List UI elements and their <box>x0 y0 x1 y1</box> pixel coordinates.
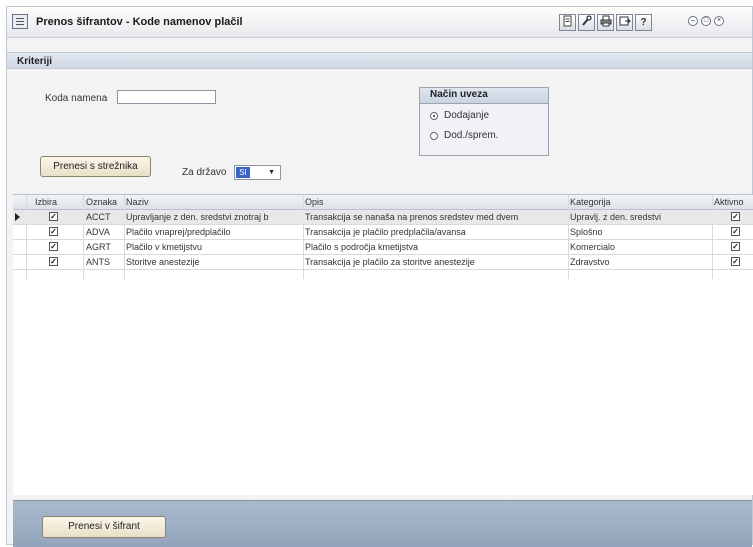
connection-mode-title: Način uveza <box>420 88 548 104</box>
radio-dod-sprem[interactable] <box>430 132 438 140</box>
row-pointer-icon <box>15 213 20 221</box>
close-icon[interactable]: × <box>714 16 724 26</box>
doc-icon[interactable] <box>559 14 576 31</box>
code-label: Koda namena <box>45 93 108 104</box>
radio-dod-sprem-label: Dod./sprem. <box>444 130 499 141</box>
minimize-icon[interactable]: – <box>688 16 698 26</box>
cell-naziv: Storitve anestezije <box>126 257 200 267</box>
country-value: SI <box>236 167 250 178</box>
cell-oznaka: ADVA <box>86 227 110 237</box>
code-input[interactable] <box>117 90 216 104</box>
cell-kategorija: Zdravstvo <box>570 257 610 267</box>
table-row[interactable]: ✓ AGRT Plačilo v kmetijstvu Plačilo s po… <box>13 240 753 255</box>
cell-opis: Transakcija se nanaša na prenos sredstev… <box>305 212 519 222</box>
cell-oznaka: ANTS <box>86 257 111 267</box>
row-active-checkbox[interactable]: ✓ <box>731 257 740 266</box>
col-naziv[interactable]: Naziv <box>126 197 149 207</box>
cell-kategorija: Komercialo <box>570 242 616 252</box>
table-row[interactable]: ✓ ADVA Plačilo vnaprej/predplačilo Trans… <box>13 225 753 240</box>
cell-opis: Plačilo s področja kmetijstva <box>305 242 419 252</box>
col-aktivno[interactable]: Aktivno <box>714 197 744 207</box>
title-bar: Prenos šifrantov - Kode namenov plačil ?… <box>7 7 752 38</box>
col-kategorija[interactable]: Kategorija <box>570 197 611 207</box>
wrench-icon[interactable] <box>578 14 595 31</box>
restore-icon[interactable]: □ <box>701 16 711 26</box>
transfer-to-codebook-button[interactable]: Prenesi v šifrant <box>42 516 166 538</box>
app-menu-icon[interactable] <box>12 14 28 29</box>
col-izbira[interactable]: Izbira <box>35 197 57 207</box>
help-icon[interactable]: ? <box>635 14 652 31</box>
table-row[interactable]: ✓ ACCT Upravljanje z den. sredstvi znotr… <box>13 210 753 225</box>
country-select[interactable]: SI ▼ <box>234 165 281 180</box>
radio-dodajanje-label: Dodajanje <box>444 110 490 121</box>
footer-bar: Prenesi v šifrant <box>13 500 752 547</box>
col-opis[interactable]: Opis <box>305 197 324 207</box>
row-active-checkbox[interactable]: ✓ <box>731 212 740 221</box>
transfer-from-server-button[interactable]: Prenesi s strežnika <box>40 156 151 177</box>
row-select-checkbox[interactable]: ✓ <box>49 227 58 236</box>
cell-oznaka: ACCT <box>86 212 111 222</box>
radio-dodajanje[interactable] <box>430 112 438 120</box>
row-active-checkbox[interactable]: ✓ <box>731 242 740 251</box>
window-title: Prenos šifrantov - Kode namenov plačil <box>36 16 243 28</box>
connection-mode-group: Način uveza Dodajanje Dod./sprem. <box>419 87 549 156</box>
print-icon[interactable] <box>597 14 614 31</box>
row-select-checkbox[interactable]: ✓ <box>49 242 58 251</box>
chevron-down-icon[interactable]: ▼ <box>268 169 275 176</box>
table-row[interactable]: ✓ ANTS Storitve anestezije Transakcija j… <box>13 255 753 270</box>
cell-oznaka: AGRT <box>86 242 111 252</box>
country-label: Za državo <box>182 167 227 178</box>
cell-naziv: Plačilo vnaprej/predplačilo <box>126 227 231 237</box>
col-oznaka[interactable]: Oznaka <box>86 197 117 207</box>
row-select-checkbox[interactable]: ✓ <box>49 212 58 221</box>
cell-opis: Transakcija je plačilo predplačila/avans… <box>305 227 466 237</box>
cell-naziv: Upravljanje z den. sredstvi znotraj b <box>126 212 269 222</box>
row-active-checkbox[interactable]: ✓ <box>731 227 740 236</box>
app-window: Prenos šifrantov - Kode namenov plačil ?… <box>6 6 753 547</box>
cell-kategorija: Splošno <box>570 227 603 237</box>
export-icon[interactable] <box>616 14 633 31</box>
cell-naziv: Plačilo v kmetijstvu <box>126 242 203 252</box>
row-select-checkbox[interactable]: ✓ <box>49 257 58 266</box>
cell-kategorija: Upravlj. z den. sredstvi <box>570 212 662 222</box>
data-table: Izbira Oznaka Naziv Opis Kategorija Akti… <box>13 194 753 495</box>
cell-opis: Transakcija je plačilo za storitve anest… <box>305 257 475 267</box>
criteria-header: Kriteriji <box>7 52 752 69</box>
